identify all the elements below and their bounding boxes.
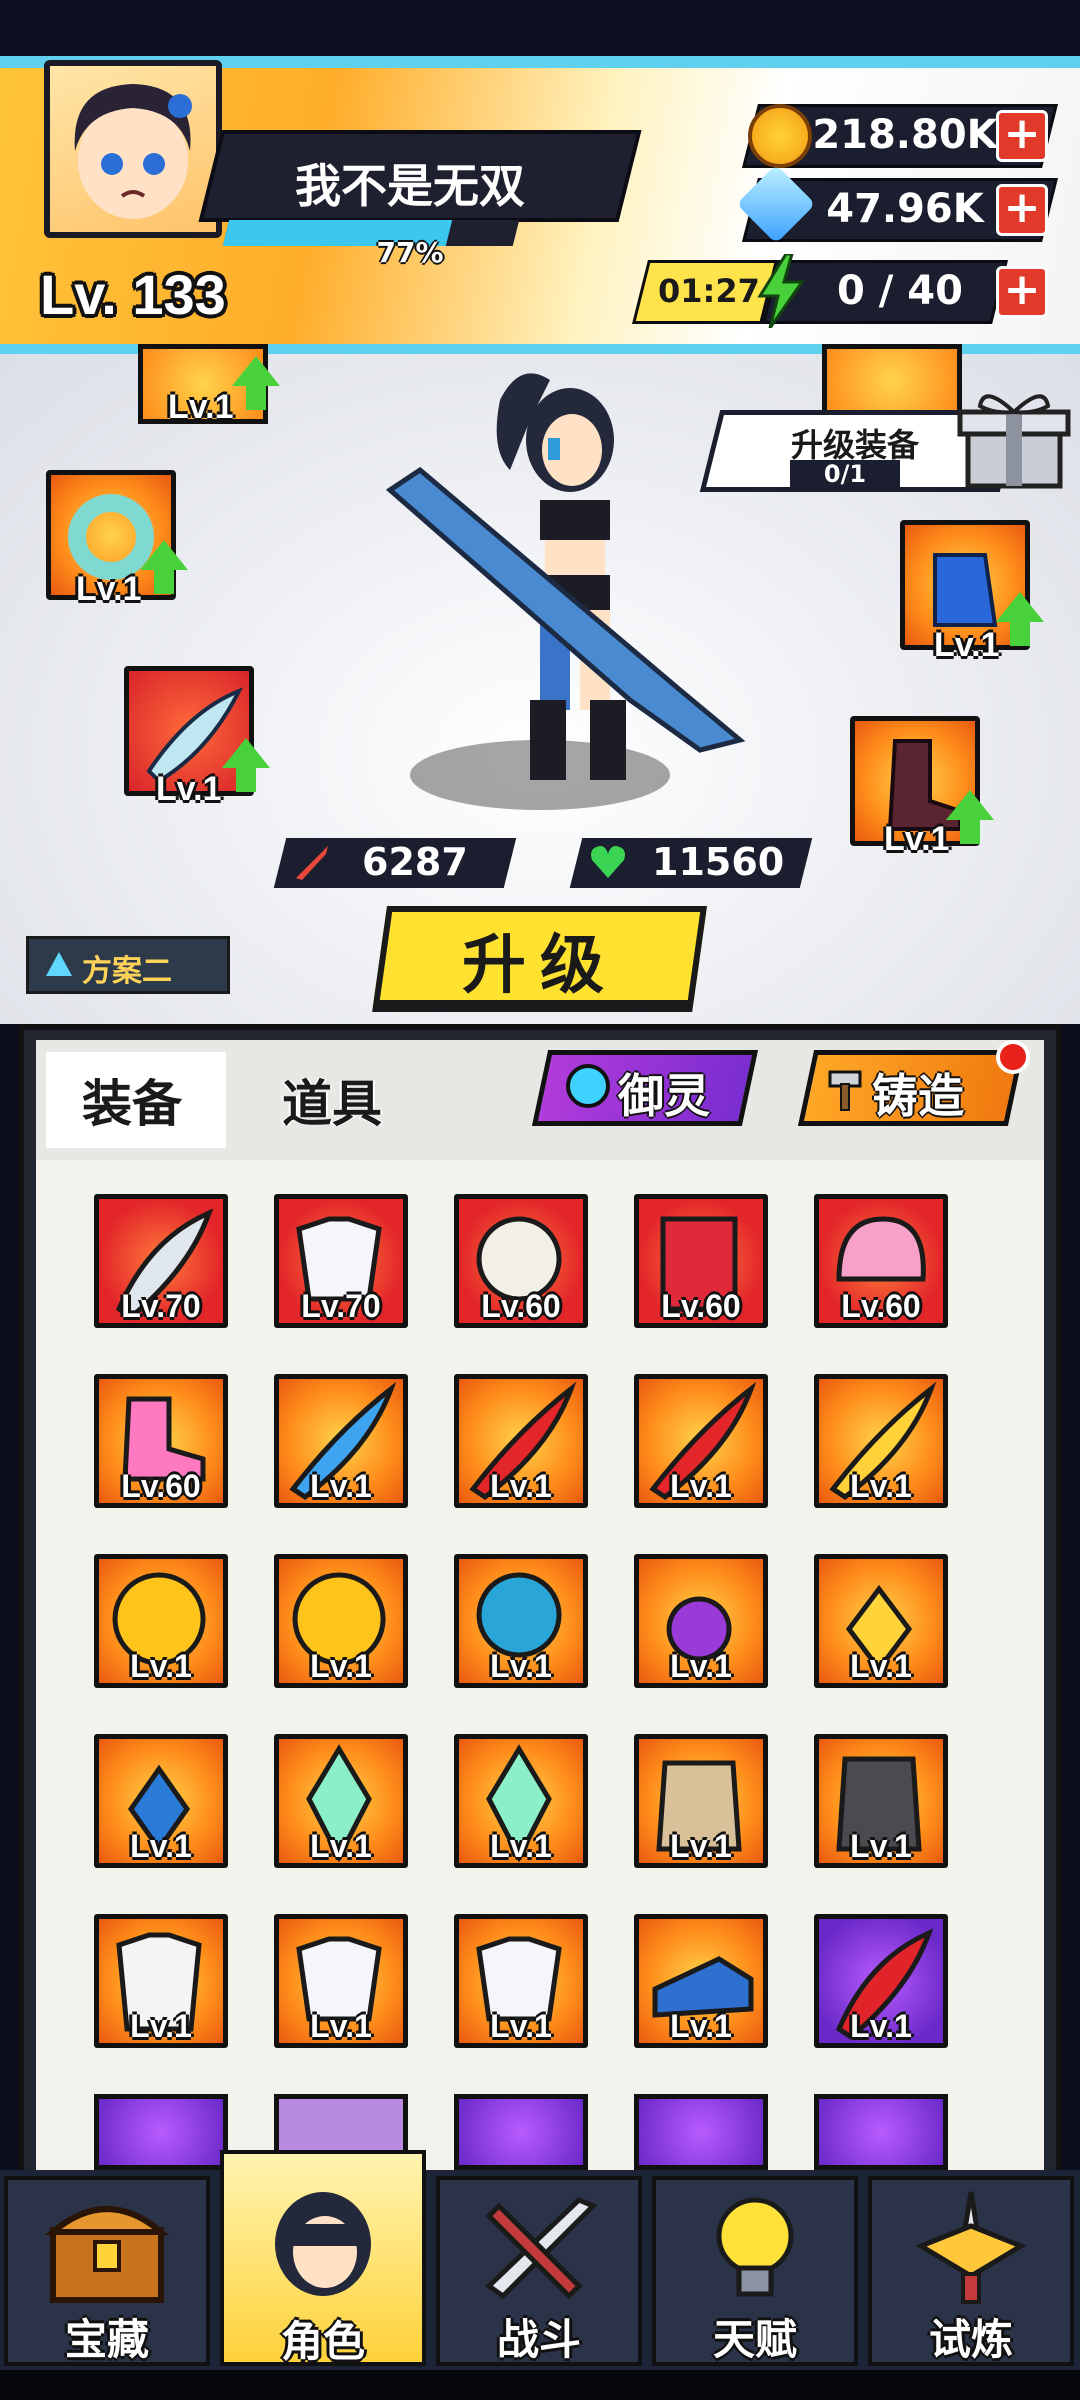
nav-treasure-label: 宝藏 bbox=[64, 2315, 149, 2364]
gesture-bar-area bbox=[0, 2370, 1080, 2400]
slot-ring-level: Lv.1 bbox=[76, 570, 142, 608]
player-level: Lv. 133 bbox=[40, 263, 226, 326]
sword-icon bbox=[292, 842, 332, 886]
tab-items[interactable]: 道具 bbox=[282, 1064, 382, 1136]
exp-percent: 77% bbox=[376, 236, 444, 269]
heart-icon bbox=[588, 842, 628, 886]
inventory-item-level: Lv.1 bbox=[490, 2008, 552, 2044]
inventory-item-level: Lv.1 bbox=[130, 1648, 192, 1684]
add-gold-button[interactable]: + bbox=[996, 110, 1048, 162]
add-gems-button[interactable]: + bbox=[996, 184, 1048, 236]
slot-gloves-level: Lv.1 bbox=[934, 626, 1000, 664]
inventory-item-level: Lv.1 bbox=[310, 2008, 372, 2044]
add-energy-button[interactable]: + bbox=[996, 266, 1048, 318]
inventory-item-level: Lv.70 bbox=[301, 1288, 381, 1324]
inventory-item-level: Lv.1 bbox=[490, 1468, 552, 1504]
inventory-item-level: Lv.60 bbox=[481, 1288, 561, 1324]
attack-value: 6287 bbox=[362, 840, 468, 884]
inventory-item-level: Lv.1 bbox=[130, 2008, 192, 2044]
inventory-item-level: Lv.1 bbox=[130, 1828, 192, 1864]
upgrade-gear-count: 0/1 bbox=[790, 460, 900, 488]
triangle-up-icon bbox=[46, 952, 72, 976]
upgrade-arrow-icon bbox=[946, 790, 994, 844]
inventory-item-level: Lv.1 bbox=[670, 2008, 732, 2044]
inventory-item-level: Lv.1 bbox=[850, 1468, 912, 1504]
character-sprite bbox=[380, 360, 760, 824]
inventory-item-level: Lv.60 bbox=[121, 1468, 201, 1504]
notification-dot bbox=[996, 1040, 1030, 1074]
inventory-item-level: Lv.1 bbox=[850, 1828, 912, 1864]
gem-amount: 47.96K bbox=[826, 186, 984, 232]
player-name: 我不是无双 bbox=[295, 159, 525, 213]
tab-equipment-label: 装备 bbox=[82, 1075, 182, 1133]
energy-timer: 01:27 bbox=[658, 272, 760, 310]
upgrade-arrow-icon bbox=[222, 738, 270, 792]
upgrade-arrow-icon bbox=[996, 592, 1044, 646]
nav-character-label: 角色 bbox=[280, 2317, 365, 2366]
inventory-item-level: Lv.1 bbox=[670, 1468, 732, 1504]
inventory-item-partial[interactable] bbox=[454, 2094, 588, 2170]
inventory-item-level: Lv.1 bbox=[850, 1648, 912, 1684]
spirit-icon bbox=[566, 1064, 610, 1108]
gold-amount: 218.80K bbox=[812, 112, 998, 158]
inventory-item-level: Lv.1 bbox=[670, 1648, 732, 1684]
hp-value: 11560 bbox=[652, 840, 785, 884]
nav-battle-label: 战斗 bbox=[496, 2315, 581, 2364]
upgrade-arrow-icon bbox=[140, 540, 188, 594]
slot-necklace-level: Lv.1 bbox=[168, 388, 234, 426]
inventory-item-partial[interactable] bbox=[94, 2094, 228, 2170]
inventory-item-level: Lv.1 bbox=[310, 1468, 372, 1504]
energy-amount: 0 / 40 bbox=[837, 268, 963, 314]
forge-button-label: 铸造 bbox=[872, 1069, 964, 1123]
slot-boots-level: Lv.1 bbox=[884, 820, 950, 858]
avatar[interactable] bbox=[44, 60, 222, 238]
upgrade-arrow-icon bbox=[232, 356, 280, 410]
spirit-button-label: 御灵 bbox=[618, 1069, 710, 1123]
inventory-item-level: Lv.1 bbox=[490, 1828, 552, 1864]
slot-armor[interactable] bbox=[822, 344, 962, 418]
gift-box-icon[interactable] bbox=[954, 384, 1074, 498]
hammer-icon bbox=[826, 1068, 866, 1116]
inventory-item-partial[interactable] bbox=[634, 2094, 768, 2170]
inventory-item-level: Lv.1 bbox=[490, 1648, 552, 1684]
inventory-item-level: Lv.60 bbox=[841, 1288, 921, 1324]
nav-trial-label: 试炼 bbox=[928, 2315, 1013, 2364]
inventory-item-partial[interactable] bbox=[814, 2094, 948, 2170]
inventory-item-level: Lv.70 bbox=[121, 1288, 201, 1324]
inventory-item-level: Lv.1 bbox=[310, 1828, 372, 1864]
character-icon bbox=[220, 2180, 426, 2322]
upgrade-button-label: 升级 bbox=[462, 929, 618, 1003]
nav-talent-label: 天赋 bbox=[712, 2315, 797, 2364]
inventory-item-level: Lv.1 bbox=[850, 2008, 912, 2044]
slot-weapon-level: Lv.1 bbox=[156, 770, 222, 808]
inventory-item-level: Lv.1 bbox=[670, 1828, 732, 1864]
inventory-item-level: Lv.60 bbox=[661, 1288, 741, 1324]
inventory-item-level: Lv.1 bbox=[310, 1648, 372, 1684]
plan-label: 方案二 bbox=[82, 954, 172, 989]
